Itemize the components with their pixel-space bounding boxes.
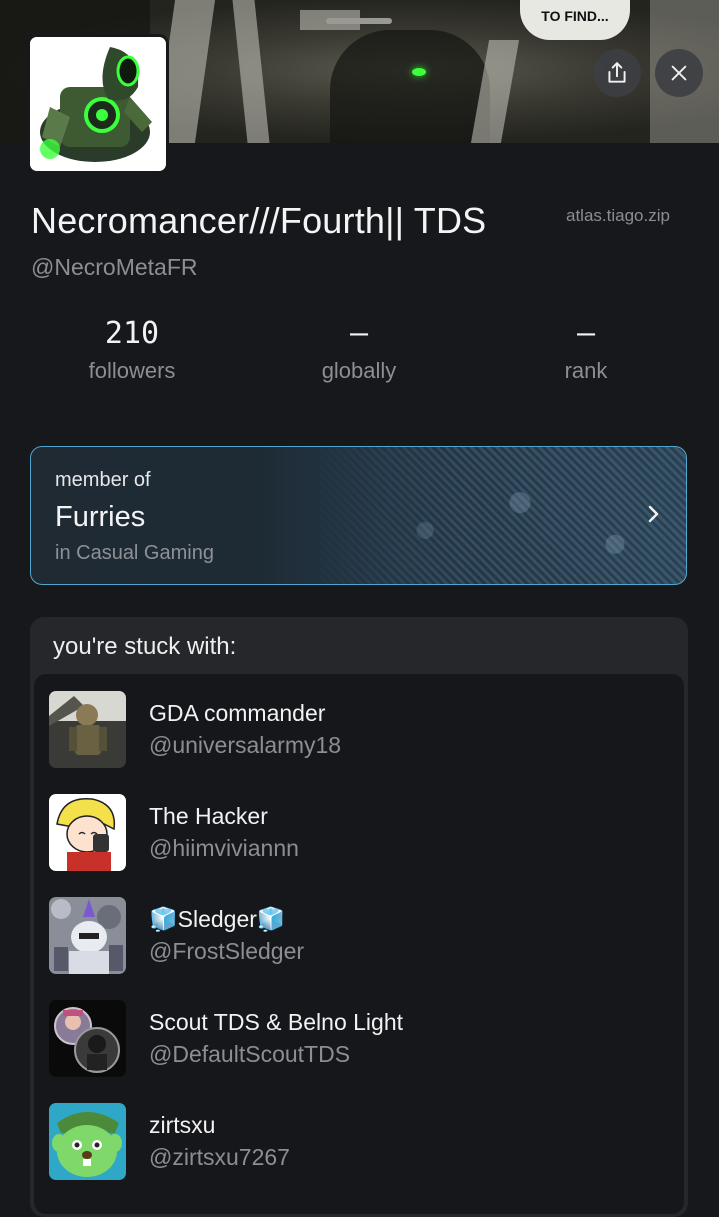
stuck-with-list: GDA commander @universalarmy18 The Hacke… [34, 674, 684, 1214]
person-name: Scout TDS & Belno Light [149, 1009, 403, 1035]
person-name: GDA commander [149, 700, 326, 726]
person-handle: @universalarmy18 [149, 732, 342, 758]
group-membership-card[interactable]: member of Furries in Casual Gaming [30, 446, 687, 585]
close-button[interactable] [655, 49, 703, 97]
person-name: 🧊Sledger🧊 [149, 906, 286, 932]
stat-followers[interactable]: 210 followers [32, 316, 232, 384]
profile-avatar [27, 34, 169, 174]
avatar [49, 897, 126, 974]
list-item[interactable]: 🧊Sledger🧊 @FrostSledger [49, 897, 669, 977]
stat-value: — [576, 316, 596, 351]
avatar [49, 1103, 126, 1180]
stat-globally: — globally [259, 316, 459, 384]
stuck-with-title: you're stuck with: [53, 633, 237, 660]
stat-value: 210 [104, 316, 160, 351]
stat-value: — [349, 316, 369, 351]
person-handle: @zirtsxu7267 [149, 1144, 290, 1170]
profile-handle: @NecroMetaFR [31, 254, 198, 280]
banner-caption: TO FIND... [520, 0, 630, 40]
share-icon [608, 62, 626, 83]
person-name: The Hacker [149, 803, 268, 829]
avatar [49, 794, 126, 871]
group-name: Furries [55, 501, 146, 533]
profile-display-name: Necromancer///Fourth|| TDS [31, 200, 487, 241]
list-item[interactable]: Scout TDS & Belno Light @DefaultScoutTDS [49, 1000, 669, 1080]
stuck-with-panel: you're stuck with: GDA commander @univer… [30, 617, 688, 1217]
stat-rank: — rank [486, 316, 686, 384]
person-handle: @hiimviviannn [149, 835, 299, 861]
watermark-text: atlas.tiago.zip [566, 206, 670, 225]
avatar [49, 1000, 126, 1077]
banner-eye-glow [412, 68, 426, 76]
membership-prefix: member of [55, 469, 151, 491]
list-item[interactable]: The Hacker @hiimviviannn [49, 794, 669, 874]
stat-label: followers [88, 358, 176, 383]
avatar [49, 691, 126, 768]
close-icon [671, 65, 687, 81]
person-name: zirtsxu [149, 1112, 216, 1138]
person-handle: @DefaultScoutTDS [149, 1041, 351, 1067]
group-banner-image [311, 447, 686, 584]
stat-label: rank [564, 358, 608, 383]
sheet-drag-handle[interactable] [326, 18, 392, 24]
chevron-right-icon [648, 505, 659, 523]
person-handle: @FrostSledger [149, 938, 305, 964]
share-button[interactable] [593, 49, 641, 97]
list-item[interactable]: GDA commander @universalarmy18 [49, 691, 669, 771]
stat-label: globally [321, 358, 397, 383]
list-item[interactable]: zirtsxu @zirtsxu7267 [49, 1103, 669, 1183]
group-category: in Casual Gaming [55, 542, 214, 564]
